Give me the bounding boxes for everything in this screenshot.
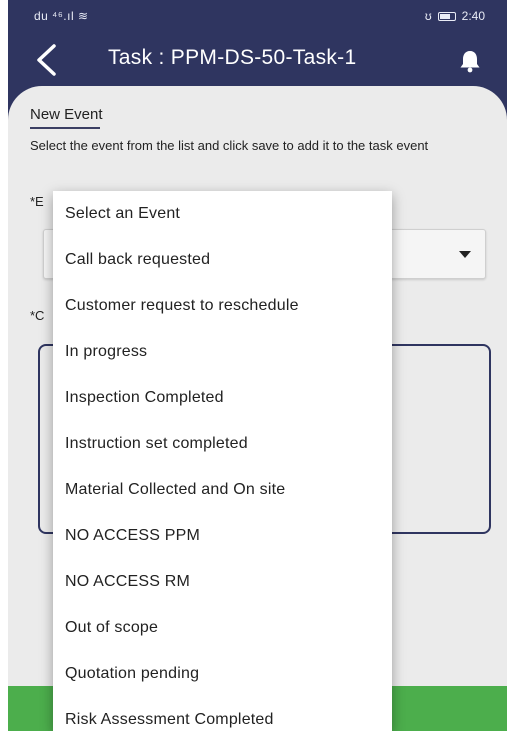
form-heading: New Event [30, 106, 103, 123]
chevron-left-icon [37, 44, 56, 76]
dropdown-option-in-progress[interactable]: In progress [53, 329, 392, 375]
dropdown-option-select-event[interactable]: Select an Event [53, 191, 392, 237]
app-bar: Task : PPM-DS-50-Task-1 [8, 30, 507, 90]
dropdown-option-quotation-pending[interactable]: Quotation pending [53, 651, 392, 697]
dropdown-option-out-of-scope[interactable]: Out of scope [53, 605, 392, 651]
battery-icon [437, 11, 456, 21]
dropdown-option-customer-reschedule[interactable]: Customer request to reschedule [53, 283, 392, 329]
status-bar: du ⁴⁶.ıl ≋ ʊ 2:40 [8, 0, 507, 30]
form-description: Select the event from the list and click… [30, 138, 429, 153]
dropdown-arrow-icon [459, 251, 471, 258]
bell-icon [460, 51, 480, 73]
event-dropdown-list: Select an Event Call back requested Cust… [53, 191, 392, 731]
dropdown-option-no-access-rm[interactable]: NO ACCESS RM [53, 559, 392, 605]
dropdown-option-instruction-set-completed[interactable]: Instruction set completed [53, 421, 392, 467]
dropdown-option-no-access-ppm[interactable]: NO ACCESS PPM [53, 513, 392, 559]
comment-field-label: *C [30, 308, 45, 323]
notification-button[interactable] [455, 46, 485, 76]
status-right: ʊ 2:40 [425, 9, 485, 23]
page-title: Task : PPM-DS-50-Task-1 [108, 46, 357, 69]
status-time: 2:40 [461, 9, 485, 23]
heading-underline [30, 127, 100, 129]
carrier-signal: du ⁴⁶.ıl ≋ [34, 9, 89, 23]
dropdown-option-material-collected[interactable]: Material Collected and On site [53, 467, 392, 513]
dropdown-option-call-back[interactable]: Call back requested [53, 237, 392, 283]
event-field-label: *E [30, 194, 44, 209]
alarm-icon: ʊ [424, 9, 432, 23]
dropdown-option-inspection-completed[interactable]: Inspection Completed [53, 375, 392, 421]
back-button[interactable] [26, 40, 66, 80]
dropdown-option-risk-assessment[interactable]: Risk Assessment Completed [53, 697, 392, 731]
